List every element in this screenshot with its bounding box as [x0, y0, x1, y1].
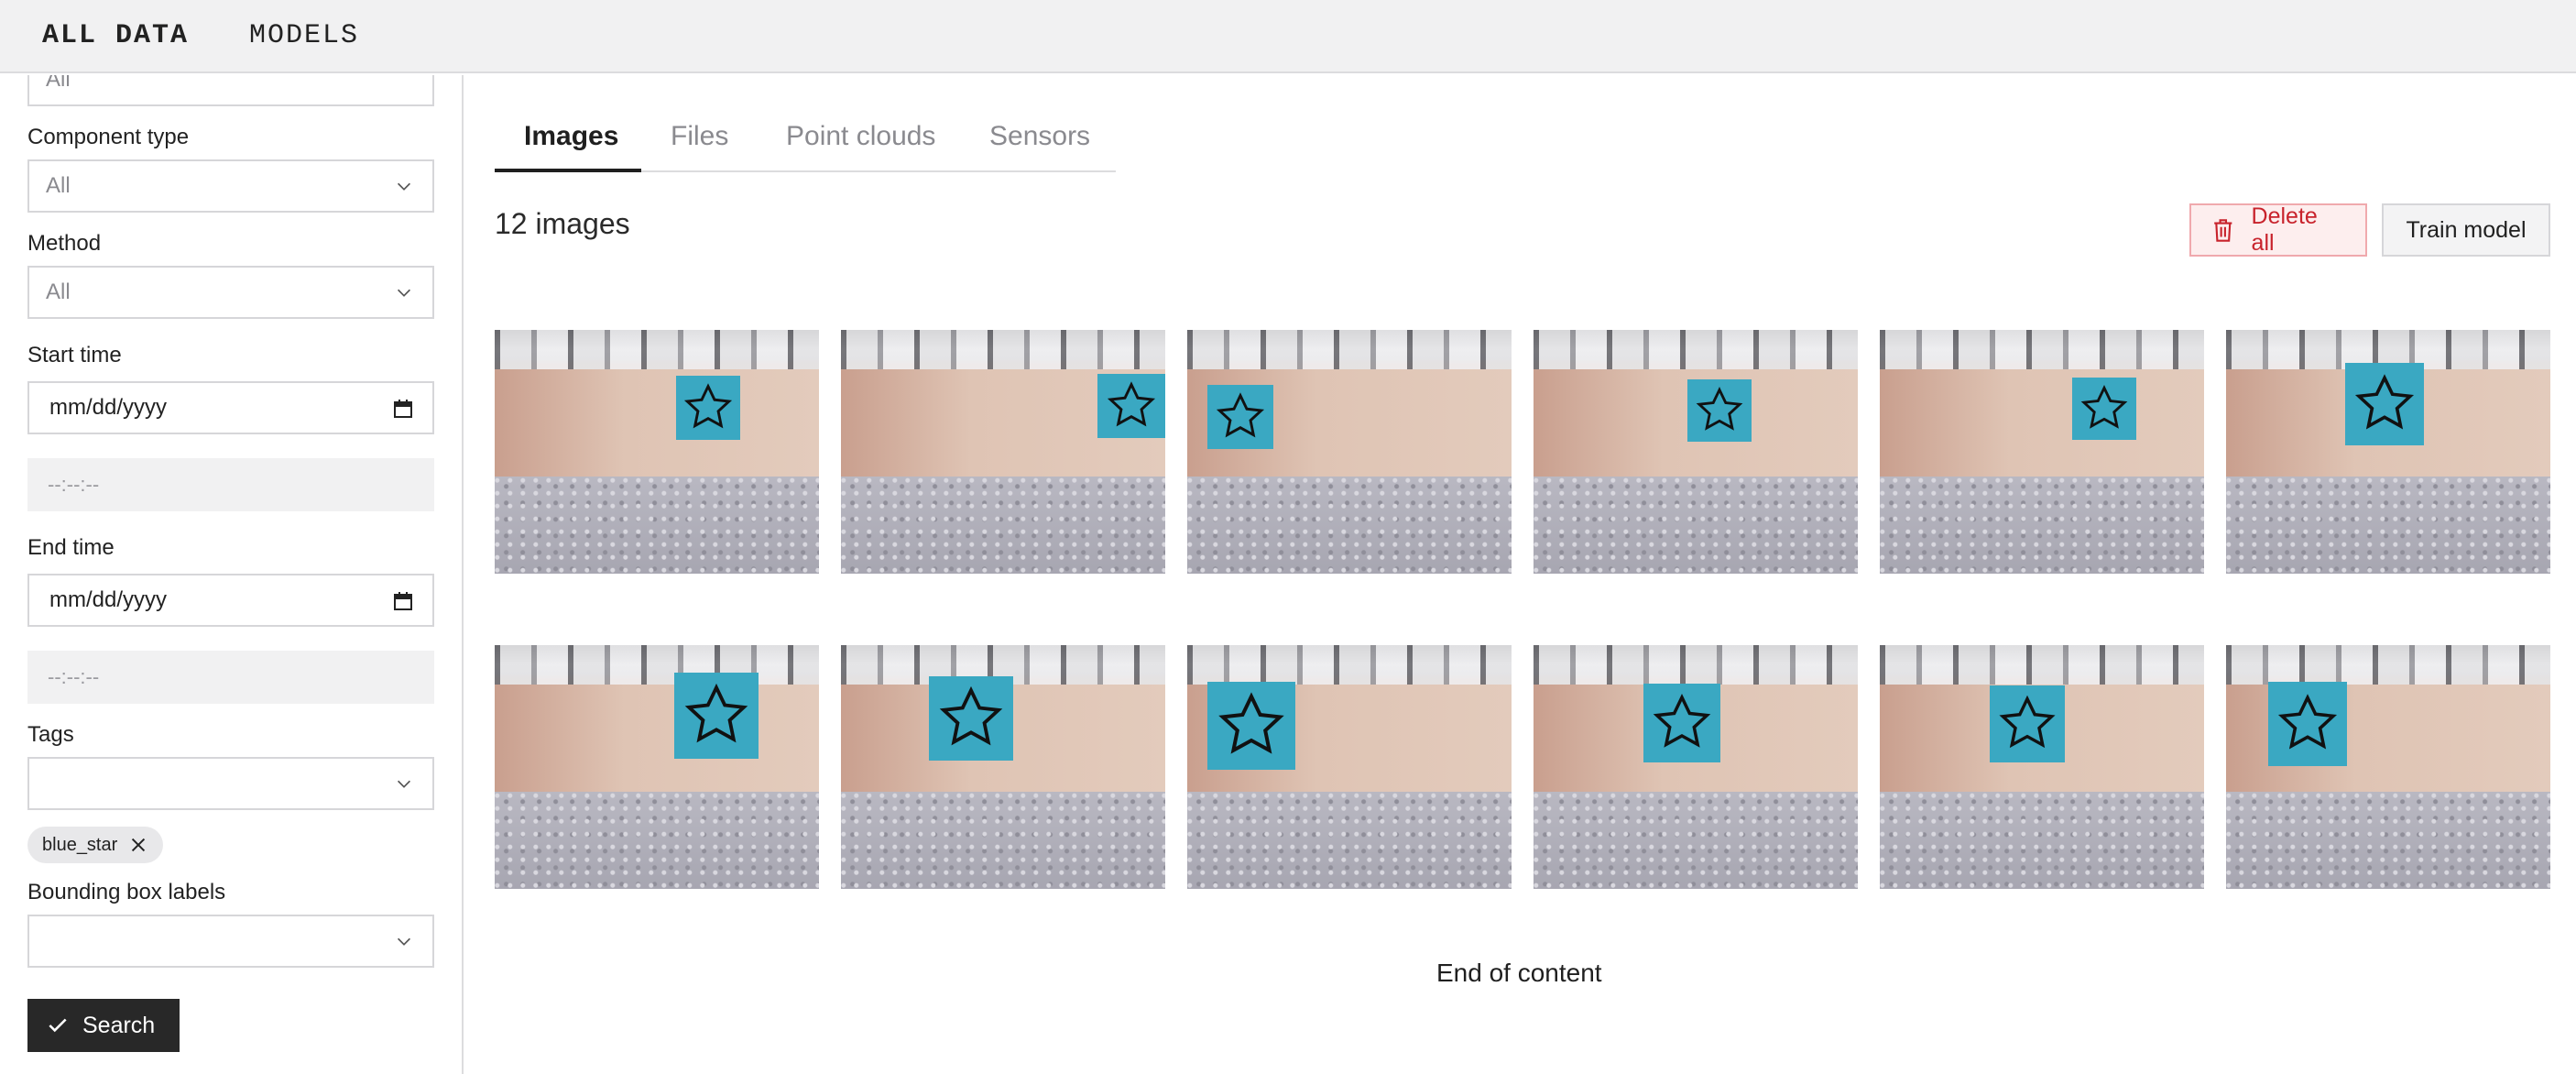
partial-filter-value: All — [46, 75, 71, 92]
end-time-value: --:--:-- — [48, 665, 100, 688]
chevron-down-icon — [397, 780, 411, 788]
data-type-tabs: Images Files Point clouds Sensors — [495, 101, 1116, 172]
image-thumbnail[interactable] — [1880, 645, 2204, 889]
end-date-input[interactable]: mm/dd/yyyy — [27, 574, 434, 627]
image-thumbnail[interactable] — [1187, 645, 1512, 889]
star-icon — [2354, 374, 2415, 430]
chevron-down-icon — [397, 289, 411, 297]
end-time-input[interactable]: --:--:-- — [27, 651, 434, 704]
check-icon — [49, 1018, 67, 1033]
top-navigation-bar: ALL DATA MODELS — [0, 0, 2576, 73]
tags-label: Tags — [27, 722, 74, 747]
tag-chip-label: blue_star — [42, 834, 118, 855]
star-icon — [1107, 381, 1156, 427]
method-value: All — [46, 279, 71, 304]
star-icon — [939, 685, 1003, 746]
chevron-down-icon — [397, 182, 411, 191]
end-date-value: mm/dd/yyyy — [49, 587, 168, 612]
tab-sensors[interactable]: Sensors — [989, 121, 1090, 152]
bounding-box-labels-label: Bounding box labels — [27, 880, 226, 904]
star-icon — [2277, 694, 2338, 750]
star-icon — [1218, 692, 1284, 754]
partial-filter-select[interactable]: All — [27, 75, 434, 106]
image-thumbnail[interactable] — [2226, 645, 2550, 889]
image-thumbnail[interactable] — [495, 330, 819, 574]
filter-sidebar: All Component type All Method All Start … — [0, 75, 464, 1074]
delete-all-button[interactable]: Delete all — [2189, 203, 2367, 257]
bounding-box-labels-select[interactable] — [27, 915, 434, 968]
close-icon[interactable] — [128, 835, 148, 855]
train-model-label: Train model — [2406, 216, 2527, 243]
image-thumbnail[interactable] — [1534, 645, 1858, 889]
component-type-select[interactable]: All — [27, 159, 434, 213]
star-icon — [1216, 392, 1265, 438]
star-icon — [1999, 695, 2056, 749]
method-label: Method — [27, 231, 102, 256]
tag-chip-blue-star: blue_star — [27, 827, 164, 863]
star-icon — [1696, 387, 1743, 431]
search-button[interactable]: Search — [27, 999, 180, 1052]
tab-point-clouds[interactable]: Point clouds — [786, 121, 935, 152]
start-time-value: --:--:-- — [48, 473, 100, 496]
star-icon — [684, 683, 748, 743]
train-model-button[interactable]: Train model — [2382, 203, 2550, 257]
chevron-down-icon — [397, 937, 411, 946]
active-tab-indicator — [495, 169, 641, 172]
star-icon — [1653, 693, 1711, 748]
tab-images[interactable]: Images — [524, 121, 618, 152]
start-date-input[interactable]: mm/dd/yyyy — [27, 381, 434, 434]
delete-all-label: Delete all — [2251, 203, 2318, 256]
search-button-label: Search — [82, 1012, 156, 1038]
start-time-label: Start time — [27, 343, 122, 367]
image-thumbnail[interactable] — [841, 645, 1165, 889]
image-thumbnail[interactable] — [1534, 330, 1858, 574]
nav-models[interactable]: MODELS — [249, 20, 359, 51]
trash-icon — [2214, 219, 2232, 242]
calendar-icon[interactable] — [392, 398, 414, 420]
end-of-content-text: End of content — [1436, 959, 1602, 987]
results-count: 12 images — [495, 207, 630, 240]
image-thumbnail[interactable] — [2226, 330, 2550, 574]
star-icon — [2080, 385, 2128, 429]
calendar-icon[interactable] — [392, 590, 414, 612]
image-thumbnail[interactable] — [1880, 330, 2204, 574]
component-type-label: Component type — [27, 125, 190, 149]
image-thumbnail[interactable] — [1187, 330, 1512, 574]
star-icon — [683, 383, 733, 429]
end-time-label: End time — [27, 535, 115, 560]
component-type-value: All — [46, 173, 71, 198]
image-thumbnail[interactable] — [495, 645, 819, 889]
start-date-value: mm/dd/yyyy — [49, 395, 168, 420]
tags-select[interactable] — [27, 757, 434, 810]
tab-files[interactable]: Files — [671, 121, 728, 152]
start-time-input[interactable]: --:--:-- — [27, 458, 434, 511]
nav-all-data[interactable]: ALL DATA — [42, 20, 189, 51]
method-select[interactable]: All — [27, 266, 434, 319]
image-thumbnail[interactable] — [841, 330, 1165, 574]
